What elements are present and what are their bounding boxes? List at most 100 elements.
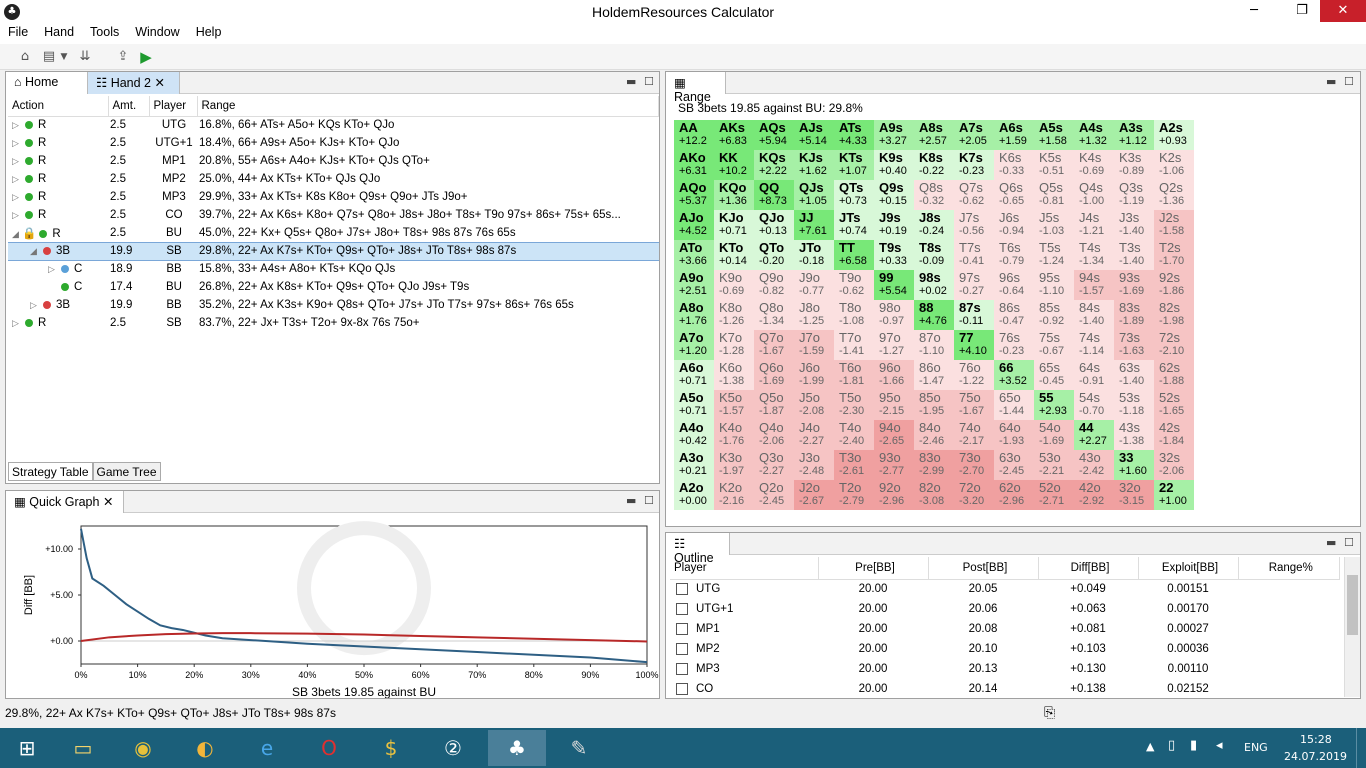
close-tab-icon[interactable]: ✕ xyxy=(99,495,113,509)
range-cell[interactable]: T9s +0.33 xyxy=(874,240,914,270)
player-checkbox[interactable] xyxy=(676,622,688,635)
range-cell[interactable]: J5o -2.08 xyxy=(794,390,834,420)
range-cell[interactable]: AKs +6.83 xyxy=(714,120,754,150)
player-checkbox[interactable] xyxy=(676,642,688,655)
show-desktop-button[interactable] xyxy=(1356,728,1366,768)
range-cell[interactable]: 52o -2.71 xyxy=(1034,480,1074,510)
maximize-panel-icon[interactable]: ☐ xyxy=(644,494,654,507)
range-cell[interactable]: A9s +3.27 xyxy=(874,120,914,150)
range-cell[interactable]: 93s -1.69 xyxy=(1114,270,1154,300)
home-icon[interactable]: ⌂ xyxy=(16,48,34,66)
range-cell[interactable]: T6o -1.81 xyxy=(834,360,874,390)
range-cell[interactable]: 64s -0.91 xyxy=(1074,360,1114,390)
tray-date[interactable]: 24.07.2019 xyxy=(1284,750,1347,763)
expand-icon[interactable]: ▷ xyxy=(12,120,22,131)
range-cell[interactable]: 94o -2.65 xyxy=(874,420,914,450)
minimize-button[interactable]: ─ xyxy=(1232,0,1276,22)
range-cell[interactable]: K8o -1.26 xyxy=(714,300,754,330)
maximize-button[interactable]: ❐ xyxy=(1280,0,1324,22)
export-icon[interactable]: ⇪ xyxy=(114,48,132,66)
range-cell[interactable]: A5s +1.58 xyxy=(1034,120,1074,150)
range-cell[interactable]: K4o -1.76 xyxy=(714,420,754,450)
range-cell[interactable]: K9o -0.69 xyxy=(714,270,754,300)
range-cell[interactable]: Q4s -1.00 xyxy=(1074,180,1114,210)
range-cell[interactable]: K2s -1.06 xyxy=(1154,150,1194,180)
range-cell[interactable]: 76s -0.23 xyxy=(994,330,1034,360)
expand-icon[interactable]: ▷ xyxy=(30,300,40,311)
range-cell[interactable]: 82o -3.08 xyxy=(914,480,954,510)
tab-strategy-table[interactable]: Strategy Table xyxy=(8,462,93,481)
range-cell[interactable]: J6o -1.99 xyxy=(794,360,834,390)
range-cell[interactable]: A4o +0.42 xyxy=(674,420,714,450)
col-amt[interactable]: Amt. xyxy=(108,96,150,117)
range-cell[interactable]: J3s -1.40 xyxy=(1114,210,1154,240)
opera-icon[interactable]: O xyxy=(302,730,356,766)
range-cell[interactable]: A6o +0.71 xyxy=(674,360,714,390)
col-action[interactable]: Action xyxy=(8,96,109,117)
status-export-icon[interactable]: ⎘ xyxy=(1044,704,1055,721)
range-cell[interactable]: ATo +3.66 xyxy=(674,240,714,270)
range-cell[interactable]: K9s +0.40 xyxy=(874,150,914,180)
tray-language[interactable]: ENG xyxy=(1244,741,1268,754)
close-button[interactable]: ✕ xyxy=(1320,0,1366,22)
range-cell[interactable]: Q3s -1.19 xyxy=(1114,180,1154,210)
range-cell[interactable]: T8s -0.09 xyxy=(914,240,954,270)
range-cell[interactable]: 84o -2.46 xyxy=(914,420,954,450)
range-cell[interactable]: Q9o -0.82 xyxy=(754,270,794,300)
table-row[interactable]: MP3 20.00 20.13 +0.130 0.00110 xyxy=(670,659,1340,679)
range-cell[interactable]: T6s -0.79 xyxy=(994,240,1034,270)
range-cell[interactable]: 42s -1.84 xyxy=(1154,420,1194,450)
col-player[interactable]: Player xyxy=(670,557,819,580)
table-row[interactable]: ▷ R 2.5 UTG+1 18.4%, 66+ A9s+ A5o+ KJs+ KTo+… xyxy=(8,134,659,152)
range-cell[interactable]: J8s -0.24 xyxy=(914,210,954,240)
range-cell[interactable]: 86s -0.47 xyxy=(994,300,1034,330)
range-cell[interactable]: J7s -0.56 xyxy=(954,210,994,240)
expand-icon[interactable]: ▷ xyxy=(12,318,22,329)
app-2-icon[interactable]: ② xyxy=(426,730,480,766)
tray-volume-icon[interactable]: ◂ xyxy=(1216,738,1223,753)
range-cell[interactable]: AJo +4.52 xyxy=(674,210,714,240)
range-cell[interactable]: A7s +2.05 xyxy=(954,120,994,150)
table-row[interactable]: ▷ R 2.5 SB 83.7%, 22+ Jx+ T3s+ T2o+ 9x-8x 76… xyxy=(8,314,659,332)
col-post[interactable]: Post[BB] xyxy=(928,557,1039,580)
menu-file[interactable]: File xyxy=(0,24,36,44)
maximize-panel-icon[interactable]: ☐ xyxy=(1344,536,1354,549)
tab-range[interactable]: ▦ Range xyxy=(666,72,726,104)
range-cell[interactable]: 87o -1.10 xyxy=(914,330,954,360)
expand-icon[interactable]: ▷ xyxy=(12,192,22,203)
new-hand-icon[interactable]: ▤ xyxy=(40,48,58,66)
range-cell[interactable]: J3o -2.48 xyxy=(794,450,834,480)
range-cell[interactable]: 97o -1.27 xyxy=(874,330,914,360)
range-cell[interactable]: J4o -2.27 xyxy=(794,420,834,450)
range-cell[interactable]: 54o -1.69 xyxy=(1034,420,1074,450)
range-cell[interactable]: Q6o -1.69 xyxy=(754,360,794,390)
player-checkbox[interactable] xyxy=(676,602,688,615)
browser-icon[interactable]: ◐ xyxy=(178,730,232,766)
file-explorer-icon[interactable]: ▭ xyxy=(56,730,110,766)
range-cell[interactable]: A4s +1.32 xyxy=(1074,120,1114,150)
table-row[interactable]: ▷ R 2.5 MP2 25.0%, 44+ Ax KTs+ KTo+ QJs QJo xyxy=(8,170,659,188)
player-checkbox[interactable] xyxy=(676,662,688,675)
range-cell[interactable]: A9o +2.51 xyxy=(674,270,714,300)
range-cell[interactable]: KJs +1.62 xyxy=(794,150,834,180)
range-cell[interactable]: Q7o -1.67 xyxy=(754,330,794,360)
range-cell[interactable]: QTo -0.20 xyxy=(754,240,794,270)
range-cell[interactable]: 43s -1.38 xyxy=(1114,420,1154,450)
range-cell[interactable]: 98s +0.02 xyxy=(914,270,954,300)
range-cell[interactable]: K7s -0.23 xyxy=(954,150,994,180)
range-cell[interactable]: JTo -0.18 xyxy=(794,240,834,270)
range-cell[interactable]: T3s -1.40 xyxy=(1114,240,1154,270)
maximize-panel-icon[interactable]: ☐ xyxy=(644,75,654,88)
range-cell[interactable]: KK +10.2 xyxy=(714,150,754,180)
range-cell[interactable]: 32o -3.15 xyxy=(1114,480,1154,510)
col-diff[interactable]: Diff[BB] xyxy=(1038,557,1139,580)
player-checkbox[interactable] xyxy=(676,583,688,596)
range-cell[interactable]: T5s -1.24 xyxy=(1034,240,1074,270)
tab-game-tree[interactable]: Game Tree xyxy=(92,462,161,481)
range-cell[interactable]: 72o -3.20 xyxy=(954,480,994,510)
range-cell[interactable]: 95s -1.10 xyxy=(1034,270,1074,300)
range-cell[interactable]: 75o -1.67 xyxy=(954,390,994,420)
tab-outline[interactable]: ☷ Outline xyxy=(666,533,730,565)
range-cell[interactable]: Q8s -0.32 xyxy=(914,180,954,210)
range-cell[interactable]: 52s -1.65 xyxy=(1154,390,1194,420)
